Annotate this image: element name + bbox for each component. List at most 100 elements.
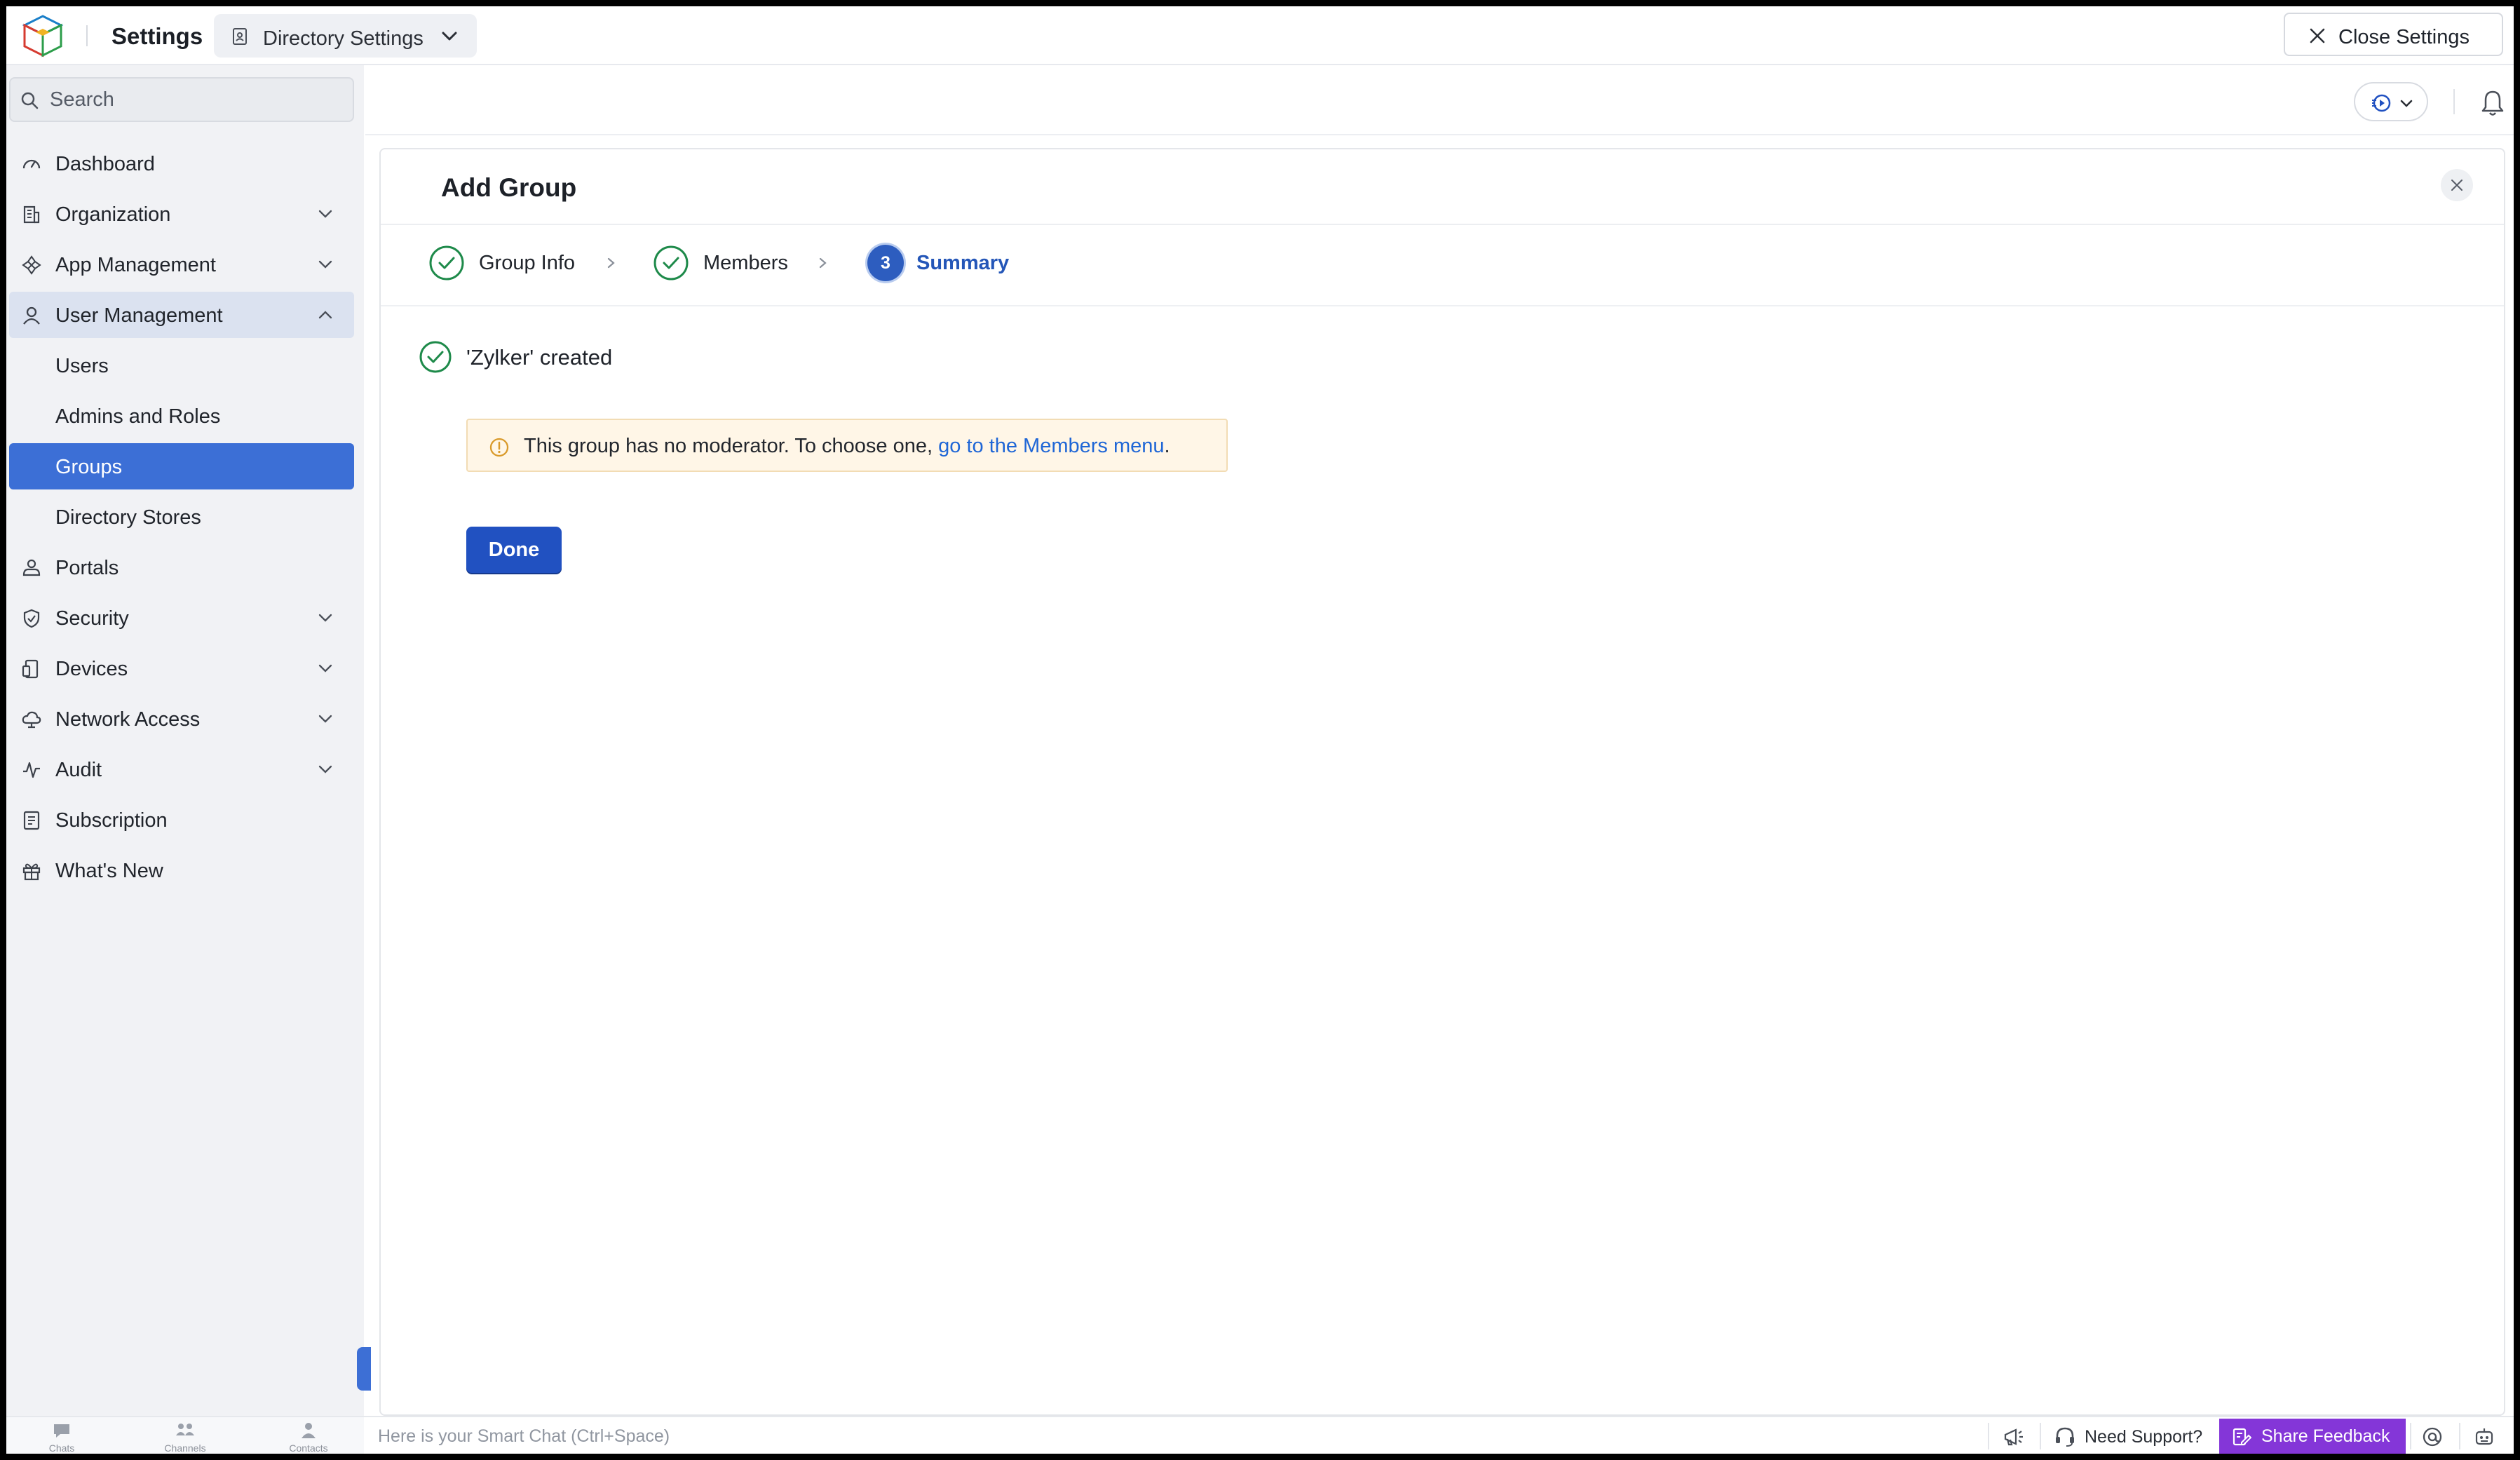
panel-divider bbox=[381, 224, 2504, 225]
sidebar-item-label: Groups bbox=[55, 456, 123, 478]
sidebar: Dashboard Organization App Management bbox=[6, 65, 364, 1416]
panel-close-button[interactable] bbox=[2441, 169, 2473, 201]
share-feedback-label: Share Feedback bbox=[2261, 1426, 2390, 1446]
user-icon bbox=[23, 306, 40, 325]
steps-divider bbox=[381, 305, 2504, 306]
close-icon bbox=[2310, 28, 2325, 43]
sidebar-item-admins-and-roles[interactable]: Admins and Roles bbox=[9, 393, 354, 439]
headset-icon bbox=[2056, 1427, 2074, 1447]
pulse-icon bbox=[23, 762, 40, 778]
bottom-tabs: Chats Channels Contacts bbox=[6, 1417, 364, 1454]
sidebar-item-whats-new[interactable]: What's New bbox=[9, 847, 354, 893]
status-icon bbox=[2372, 94, 2391, 112]
announcement-icon[interactable] bbox=[2002, 1426, 2024, 1448]
step-number-badge: 3 bbox=[867, 245, 904, 281]
sidebar-search[interactable] bbox=[9, 77, 354, 122]
sidebar-item-label: Subscription bbox=[55, 809, 168, 832]
alert-message: This group has no moderator. To choose o… bbox=[524, 435, 1170, 458]
sidebar-item-label: User Management bbox=[55, 304, 223, 327]
sidebar-item-user-management[interactable]: User Management bbox=[9, 292, 354, 338]
sidebar-item-label: Organization bbox=[55, 203, 171, 226]
chevron-right-icon bbox=[819, 257, 827, 269]
tab-label: Chats bbox=[48, 1442, 75, 1454]
sidebar-item-label: Network Access bbox=[55, 708, 201, 731]
contacts-icon bbox=[302, 1423, 316, 1438]
sidebar-item-dashboard[interactable]: Dashboard bbox=[9, 140, 354, 187]
chevron-down-icon bbox=[318, 260, 332, 269]
close-icon bbox=[2451, 180, 2463, 191]
mention-icon[interactable] bbox=[2421, 1426, 2444, 1448]
tab-channels[interactable]: Channels bbox=[133, 1417, 238, 1454]
need-support-button[interactable]: Need Support? bbox=[2054, 1426, 2208, 1448]
sidebar-item-devices[interactable]: Devices bbox=[9, 645, 354, 691]
bottombar-divider bbox=[2459, 1423, 2460, 1449]
alert-end: . bbox=[1164, 435, 1170, 457]
no-moderator-alert: This group has no moderator. To choose o… bbox=[466, 419, 1228, 472]
tab-label: Channels bbox=[164, 1442, 206, 1454]
sidebar-item-label: What's New bbox=[55, 860, 163, 882]
bottombar-divider bbox=[2040, 1423, 2041, 1449]
sidebar-item-portals[interactable]: Portals bbox=[9, 544, 354, 590]
chevron-down-icon bbox=[318, 664, 332, 672]
tab-contacts[interactable]: Contacts bbox=[256, 1417, 361, 1454]
sidebar-item-label: Dashboard bbox=[55, 153, 155, 175]
close-settings-button[interactable]: Close Settings bbox=[2284, 13, 2503, 56]
bot-icon[interactable] bbox=[2473, 1426, 2495, 1448]
status-dropdown[interactable] bbox=[2354, 82, 2428, 121]
dashboard-icon bbox=[22, 159, 41, 169]
sidebar-item-directory-stores[interactable]: Directory Stores bbox=[9, 494, 354, 540]
step-complete-check-icon bbox=[653, 245, 689, 280]
directory-settings-label: Directory Settings bbox=[263, 27, 424, 50]
step-group-info[interactable]: Group Info bbox=[479, 252, 575, 275]
sidebar-item-organization[interactable]: Organization bbox=[9, 191, 354, 237]
done-button[interactable]: Done bbox=[466, 527, 562, 573]
directory-settings-dropdown[interactable]: Directory Settings bbox=[214, 14, 477, 58]
bell-icon[interactable] bbox=[2480, 89, 2505, 117]
sidebar-item-audit[interactable]: Audit bbox=[9, 746, 354, 792]
chevron-down-icon bbox=[2400, 100, 2413, 107]
app-logo-icon[interactable] bbox=[22, 13, 64, 58]
channels-icon bbox=[176, 1424, 194, 1435]
alert-text: This group has no moderator. To choose o… bbox=[524, 435, 939, 457]
sidebar-item-users[interactable]: Users bbox=[9, 342, 354, 388]
portal-icon bbox=[22, 559, 41, 576]
settings-app: Settings Directory Settings Close Settin… bbox=[6, 6, 2514, 1454]
step-summary[interactable]: Summary bbox=[916, 252, 1009, 275]
directory-icon bbox=[233, 28, 247, 45]
sidebar-item-label: Portals bbox=[55, 557, 119, 579]
shield-icon bbox=[23, 609, 40, 628]
group-created-message: 'Zylker' created bbox=[466, 345, 613, 370]
sidebar-item-security[interactable]: Security bbox=[9, 595, 354, 641]
share-feedback-button[interactable]: Share Feedback bbox=[2219, 1419, 2406, 1454]
tab-chats[interactable]: Chats bbox=[9, 1417, 114, 1454]
add-group-panel: Add Group Group Info Members 3 Summary '… bbox=[379, 148, 2505, 1416]
receipt-icon bbox=[23, 811, 40, 830]
sidebar-item-label: App Management bbox=[55, 254, 216, 276]
sidebar-item-label: Admins and Roles bbox=[55, 405, 221, 428]
sidebar-item-label: Security bbox=[55, 607, 129, 630]
smart-chat-input[interactable] bbox=[378, 1426, 1079, 1447]
members-menu-link[interactable]: go to the Members menu bbox=[938, 435, 1164, 457]
sidebar-item-subscription[interactable]: Subscription bbox=[9, 797, 354, 843]
bottom-bar: Chats Channels Contacts Here is your Sma… bbox=[6, 1416, 2514, 1454]
chevron-right-icon bbox=[607, 257, 615, 269]
sidebar-item-label: Users bbox=[55, 355, 109, 377]
sidebar-item-groups[interactable]: Groups bbox=[9, 443, 354, 489]
sidebar-item-app-management[interactable]: App Management bbox=[9, 241, 354, 288]
gift-icon bbox=[22, 863, 41, 881]
need-support-label: Need Support? bbox=[2085, 1427, 2203, 1447]
devices-icon bbox=[22, 659, 39, 679]
topbar-divider bbox=[86, 25, 88, 46]
sidebar-item-network-access[interactable]: Network Access bbox=[9, 696, 354, 742]
chevron-down-icon bbox=[318, 765, 332, 773]
search-input[interactable] bbox=[50, 86, 330, 114]
sidebar-collapse-handle[interactable] bbox=[357, 1347, 371, 1391]
sidebar-item-label: Directory Stores bbox=[55, 506, 201, 529]
chevron-down-icon bbox=[442, 32, 457, 41]
warning-info-icon bbox=[489, 438, 509, 457]
header-divider bbox=[2453, 89, 2455, 114]
step-complete-check-icon bbox=[429, 245, 464, 280]
panel-title: Add Group bbox=[441, 173, 577, 202]
main-header bbox=[365, 67, 2514, 135]
step-members[interactable]: Members bbox=[703, 252, 788, 275]
